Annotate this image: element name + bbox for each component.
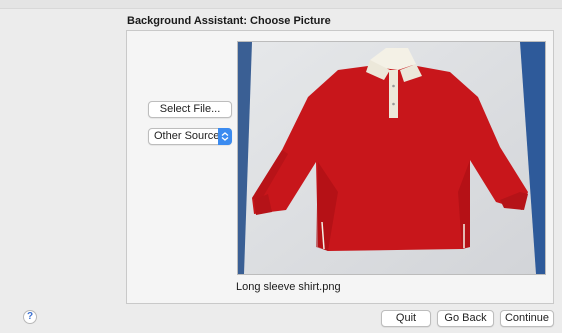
select-file-button[interactable]: Select File... (148, 101, 232, 118)
other-sources-label: Other Sources (154, 130, 225, 142)
choose-picture-panel: Select File... Other Sources Long sleeve… (126, 30, 554, 304)
shirt-photo (238, 42, 545, 274)
quit-button[interactable]: Quit (381, 310, 431, 327)
go-back-button[interactable]: Go Back (437, 310, 494, 327)
help-button[interactable]: ? (23, 310, 37, 324)
picture-filename: Long sleeve shirt.png (236, 281, 341, 293)
chevron-updown-icon (218, 128, 232, 145)
other-sources-popup[interactable]: Other Sources (148, 128, 232, 145)
picture-preview (237, 41, 546, 275)
dialog-title: Background Assistant: Choose Picture (127, 15, 331, 27)
continue-button[interactable]: Continue (500, 310, 554, 327)
window-top-edge (0, 0, 562, 9)
